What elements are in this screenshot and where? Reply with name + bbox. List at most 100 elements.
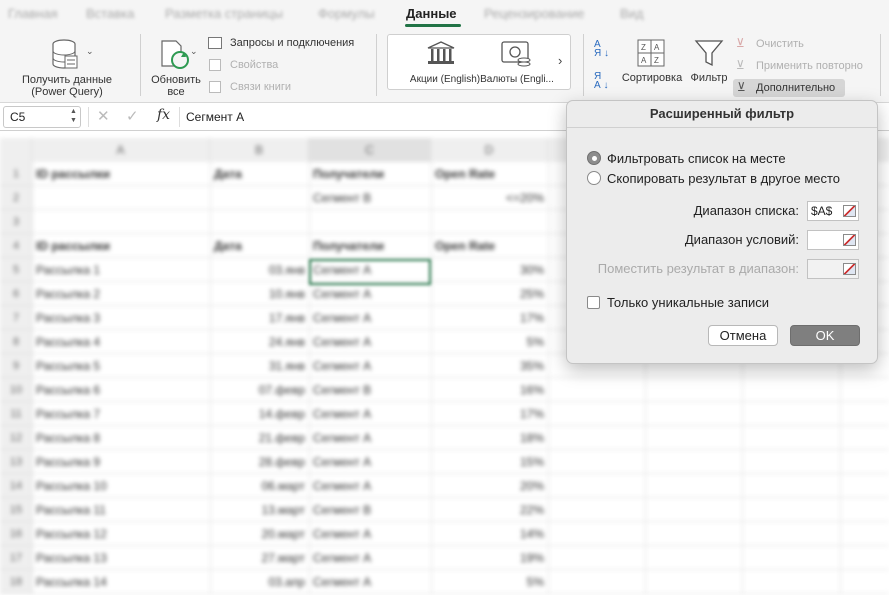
row-header[interactable]: 13 bbox=[0, 450, 32, 474]
table-cell[interactable]: 07.февр bbox=[210, 378, 309, 402]
row-header[interactable]: 17 bbox=[0, 546, 32, 570]
criteria-range-field[interactable] bbox=[807, 230, 859, 250]
get-data-button[interactable]: ⌄ Получить данные (Power Query) bbox=[20, 32, 128, 100]
row-header[interactable]: 12 bbox=[0, 426, 32, 450]
advanced-filter-button[interactable]: ⊻ Дополнительно bbox=[733, 79, 845, 97]
table-cell[interactable]: 03.янв bbox=[210, 258, 309, 282]
table-cell[interactable]: Сегмент А bbox=[309, 522, 431, 546]
edit-links-button[interactable]: Связи книги bbox=[208, 80, 328, 96]
row-header[interactable]: 4 bbox=[0, 234, 32, 258]
unique-records-checkbox-row[interactable]: Только уникальные записи bbox=[587, 295, 769, 310]
table-cell[interactable]: Рассылка 1 bbox=[32, 258, 210, 282]
table-cell[interactable]: 5% bbox=[431, 570, 548, 594]
table-cell[interactable]: Рассылка 8 bbox=[32, 426, 210, 450]
row-header[interactable]: 5 bbox=[0, 258, 32, 282]
row-header[interactable]: 16 bbox=[0, 522, 32, 546]
table-cell[interactable]: Сегмент В bbox=[309, 378, 431, 402]
table-cell[interactable]: Дата bbox=[210, 234, 309, 258]
table-cell[interactable]: 5% bbox=[431, 330, 548, 354]
table-cell[interactable]: 18% bbox=[431, 426, 548, 450]
table-cell[interactable]: Сегмент А bbox=[309, 474, 431, 498]
radio-button[interactable] bbox=[587, 171, 601, 185]
range-picker-icon[interactable] bbox=[843, 234, 856, 246]
table-cell[interactable]: Сегмент А bbox=[309, 354, 431, 378]
column-header-d[interactable]: D bbox=[431, 138, 548, 162]
table-cell[interactable]: Рассылка 7 bbox=[32, 402, 210, 426]
clear-button[interactable]: ⊻ Очистить bbox=[734, 36, 844, 52]
row-header[interactable]: 1 bbox=[0, 162, 32, 186]
table-cell[interactable]: Сегмент А bbox=[309, 570, 431, 594]
radio-button-selected[interactable] bbox=[587, 151, 601, 165]
table-cell[interactable]: Рассылка 10 bbox=[32, 474, 210, 498]
row-header[interactable]: 18 bbox=[0, 570, 32, 594]
reapply-button[interactable]: ⊻ Применить повторно bbox=[734, 58, 884, 74]
row-header[interactable]: 10 bbox=[0, 378, 32, 402]
copy-to-field[interactable] bbox=[807, 259, 859, 279]
table-cell[interactable]: 19% bbox=[431, 546, 548, 570]
table-cell[interactable]: Open Rate bbox=[431, 162, 548, 186]
table-cell[interactable]: Сегмент А bbox=[309, 426, 431, 450]
tab-view[interactable]: Вид bbox=[620, 6, 644, 21]
radio-copy-to-location[interactable]: Скопировать результат в другое место bbox=[587, 169, 840, 187]
row-header[interactable]: 2 bbox=[0, 186, 32, 210]
row-header[interactable]: 7 bbox=[0, 306, 32, 330]
range-picker-icon[interactable] bbox=[843, 263, 856, 275]
table-cell[interactable]: 06.март bbox=[210, 474, 309, 498]
table-cell[interactable]: ID рассылки bbox=[32, 162, 210, 186]
table-cell[interactable]: Open Rate bbox=[431, 234, 548, 258]
table-cell[interactable]: Рассылка 3 bbox=[32, 306, 210, 330]
tab-page-layout[interactable]: Разметка страницы bbox=[165, 6, 283, 21]
table-cell[interactable]: 22% bbox=[431, 498, 548, 522]
table-cell[interactable]: Сегмент А bbox=[309, 546, 431, 570]
table-cell[interactable]: 17% bbox=[431, 402, 548, 426]
column-header-c[interactable]: C bbox=[309, 138, 431, 162]
select-all-corner[interactable] bbox=[0, 138, 32, 162]
table-cell[interactable] bbox=[210, 186, 309, 210]
list-range-field[interactable]: $A$ bbox=[807, 201, 859, 221]
stocks-button[interactable]: Акции (English) bbox=[392, 37, 480, 87]
table-cell[interactable]: ID рассылки bbox=[32, 234, 210, 258]
table-cell[interactable]: 30% bbox=[431, 258, 548, 282]
table-cell[interactable]: Рассылка 13 bbox=[32, 546, 210, 570]
table-cell[interactable]: 21.февр bbox=[210, 426, 309, 450]
table-cell[interactable]: 25% bbox=[431, 282, 548, 306]
chevron-right-icon[interactable]: › bbox=[558, 53, 562, 68]
row-header[interactable]: 15 bbox=[0, 498, 32, 522]
table-cell[interactable]: Рассылка 5 bbox=[32, 354, 210, 378]
queries-connections-button[interactable]: Запросы и подключения bbox=[208, 36, 378, 52]
table-cell[interactable] bbox=[210, 210, 309, 234]
row-header[interactable]: 11 bbox=[0, 402, 32, 426]
table-cell[interactable]: 24.янв bbox=[210, 330, 309, 354]
table-cell[interactable]: Рассылка 11 bbox=[32, 498, 210, 522]
properties-button[interactable]: Свойства bbox=[208, 58, 328, 74]
table-cell[interactable]: Рассылка 6 bbox=[32, 378, 210, 402]
table-cell[interactable]: 28.февр bbox=[210, 450, 309, 474]
formula-input[interactable]: Сегмент А bbox=[186, 110, 244, 124]
radio-filter-in-place[interactable]: Фильтровать список на месте bbox=[587, 149, 786, 167]
tab-review[interactable]: Рецензирование bbox=[484, 6, 584, 21]
table-cell[interactable]: 14% bbox=[431, 522, 548, 546]
table-cell[interactable]: Дата bbox=[210, 162, 309, 186]
row-header[interactable]: 14 bbox=[0, 474, 32, 498]
currencies-button[interactable]: Валюты (Engli... bbox=[478, 37, 556, 87]
table-cell[interactable]: 16% bbox=[431, 378, 548, 402]
tab-formulas[interactable]: Формулы bbox=[318, 6, 375, 21]
sort-button[interactable]: Z A A Z Сортировка bbox=[618, 34, 686, 98]
table-cell[interactable]: Получатели bbox=[309, 162, 431, 186]
table-cell[interactable]: <=20% bbox=[431, 186, 548, 210]
row-header[interactable]: 8 bbox=[0, 330, 32, 354]
table-cell[interactable]: 13.март bbox=[210, 498, 309, 522]
tab-home[interactable]: Главная bbox=[8, 6, 57, 21]
table-cell[interactable]: Сегмент А bbox=[309, 402, 431, 426]
table-cell[interactable]: 14.февр bbox=[210, 402, 309, 426]
table-cell[interactable]: 17% bbox=[431, 306, 548, 330]
table-cell[interactable]: Рассылка 14 bbox=[32, 570, 210, 594]
filter-button[interactable]: Фильтр bbox=[688, 34, 730, 98]
table-cell[interactable] bbox=[309, 210, 431, 234]
table-cell[interactable]: 03.апр bbox=[210, 570, 309, 594]
table-cell[interactable]: Сегмент А bbox=[309, 330, 431, 354]
table-cell[interactable]: 20.март bbox=[210, 522, 309, 546]
table-cell[interactable]: 17.янв bbox=[210, 306, 309, 330]
table-cell[interactable]: Рассылка 12 bbox=[32, 522, 210, 546]
table-cell[interactable] bbox=[431, 210, 548, 234]
